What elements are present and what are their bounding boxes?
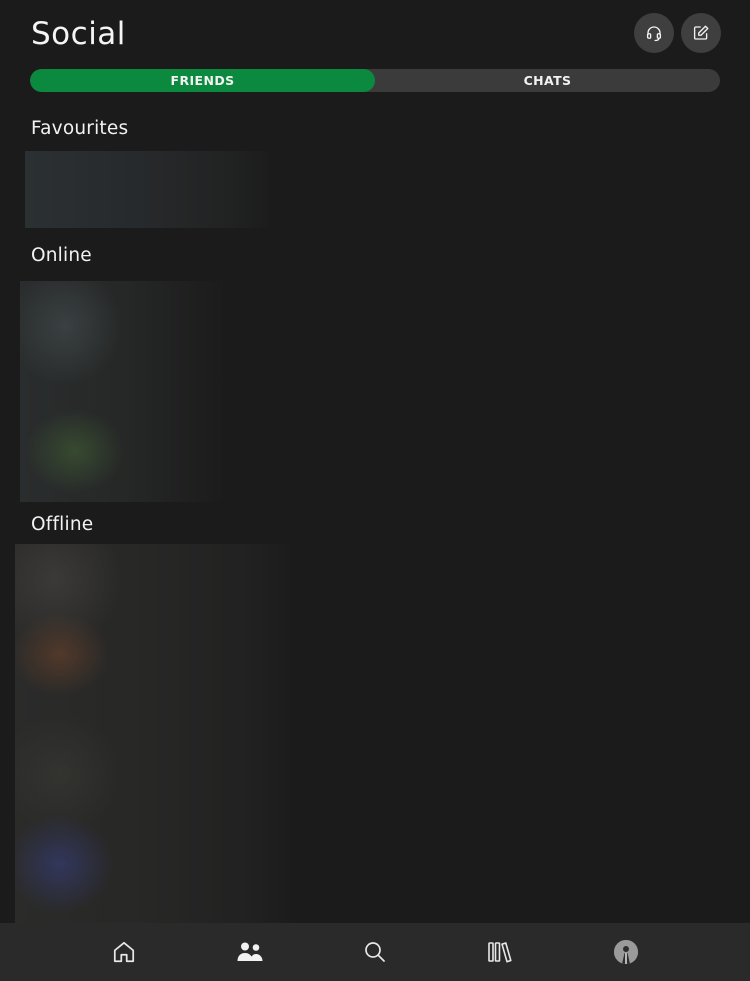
new-message-button[interactable]: [681, 13, 721, 53]
nav-friends[interactable]: [225, 923, 275, 981]
offline-list-blurred: [15, 544, 290, 923]
section-title-online: Online: [31, 245, 92, 266]
nav-profile[interactable]: [601, 923, 651, 981]
party-button[interactable]: [634, 13, 674, 53]
social-screen: Social FRIENDS CHATS Favourites Online O…: [0, 0, 750, 981]
section-title-offline: Offline: [31, 514, 94, 535]
compose-icon: [693, 25, 709, 40]
people-icon: [237, 942, 263, 961]
search-icon: [365, 942, 385, 962]
headset-icon: [646, 26, 662, 42]
avatar-figure-icon: [614, 940, 638, 964]
tab-chats[interactable]: CHATS: [375, 69, 720, 92]
friends-chats-toggle: FRIENDS CHATS: [30, 69, 720, 92]
profile-avatar: [614, 940, 638, 964]
online-list-blurred: [20, 281, 225, 502]
home-icon: [113, 941, 135, 963]
nav-library[interactable]: [475, 923, 525, 981]
nav-home[interactable]: [99, 923, 149, 981]
tab-friends[interactable]: FRIENDS: [30, 69, 375, 92]
bottom-navigation: [0, 923, 750, 981]
nav-search[interactable]: [350, 923, 400, 981]
library-icon: [488, 942, 512, 963]
favourites-list-blurred: [25, 151, 270, 228]
page-title: Social: [31, 16, 126, 52]
section-title-favourites: Favourites: [31, 118, 129, 139]
